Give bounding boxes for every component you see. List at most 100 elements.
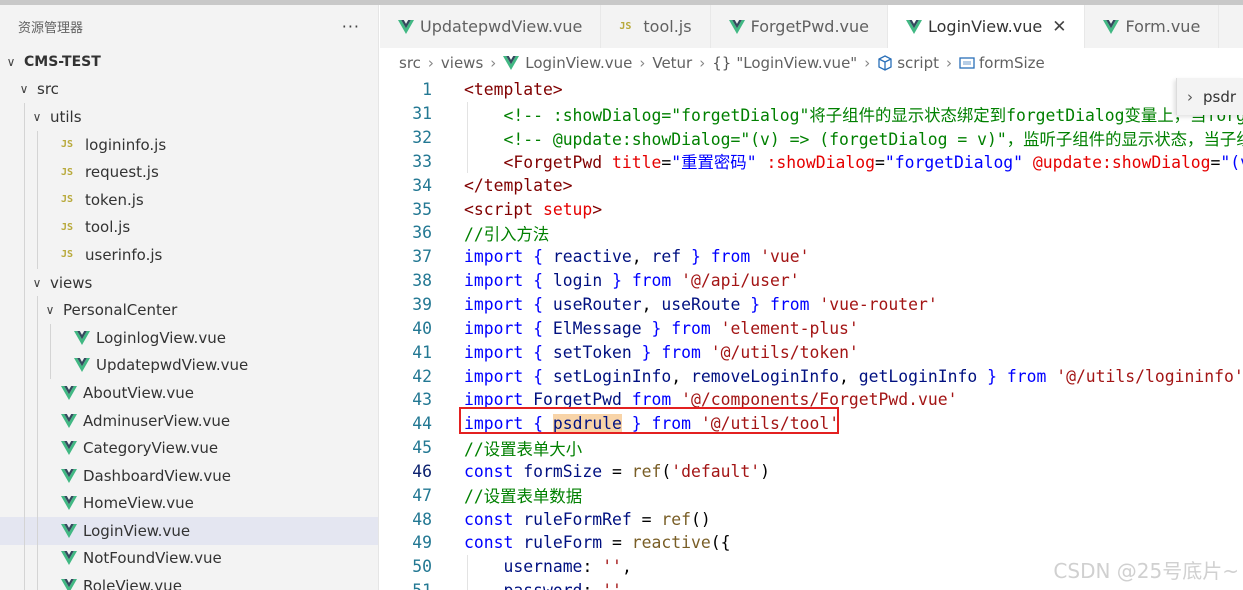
editor-tab[interactable]: Form.vue (1085, 5, 1220, 48)
code-token: = (602, 461, 632, 481)
tree-item-label: PersonalCenter (63, 301, 178, 320)
breadcrumb-item[interactable]: {} "LoginView.vue" (712, 54, 857, 72)
more-actions-icon[interactable]: ··· (342, 17, 360, 36)
code-token: 'element-plus' (720, 318, 859, 338)
code-token: @update:showDialog (1032, 153, 1211, 173)
indent-guide (467, 125, 468, 150)
tree-file[interactable]: LoginlogView.vue (0, 323, 378, 352)
code-token: setup (542, 199, 593, 219)
code-line: 40 import { ElMessage } from 'element-plu… (380, 316, 1243, 340)
breadcrumb-item[interactable]: views (441, 54, 483, 72)
tree-file[interactable]: HomeView.vue (0, 489, 378, 518)
code-token: = (1210, 153, 1221, 173)
code-view[interactable]: 1 <template> 31 <!-- :showDialog="forgetDi… (380, 78, 1243, 590)
tree-file[interactable]: CategoryView.vue (0, 434, 378, 462)
line-number: 35 (412, 199, 432, 219)
code-line: 36 //引入方法 (380, 221, 1243, 245)
code-token: : (582, 557, 603, 577)
code-line: 34 </template> (380, 173, 1243, 197)
tab-label: ForgetPwd.vue (750, 17, 869, 36)
breadcrumb-label: Vetur (652, 54, 693, 72)
code-text: //设置表单数据 (432, 483, 582, 507)
code-token: <!-- @update:showDialog="(v) => (forgetD… (503, 129, 1243, 149)
braces-icon: {} (712, 54, 732, 72)
code-token: from (769, 295, 810, 315)
indent-guide (24, 323, 25, 352)
code-line: 42 import { setLoginInfo, removeLoginInfo… (380, 364, 1243, 388)
breadcrumb-item[interactable]: src (399, 54, 421, 72)
code-text: <!-- :showDialog="forgetDialog"将子组件的显示状态… (432, 102, 1243, 126)
tree-root[interactable]: ∨ CMS-TEST (0, 48, 378, 76)
line-number: 49 (412, 533, 432, 553)
code-text: const ruleForm = reactive({ (432, 533, 730, 552)
line-number: 46 (412, 461, 432, 481)
tree-file[interactable]: DashboardView.vue (0, 461, 378, 490)
code-line: 51 password: '' (380, 578, 1243, 590)
tree-file[interactable]: UpdatepwdView.vue (0, 351, 378, 380)
code-token: '@/api/user' (681, 271, 800, 291)
tree-file[interactable]: NotFoundView.vue (0, 544, 378, 573)
code-line: 1 <template> (380, 78, 1243, 102)
js-file-icon: JS (61, 194, 74, 206)
close-icon[interactable]: ✕ (1052, 17, 1066, 37)
tree-item-label: CategoryView.vue (83, 439, 219, 458)
code-token: title (612, 153, 662, 173)
code-token: "(v) => (forgetDialog = v)" (1220, 153, 1243, 173)
tree-file[interactable]: RoleView.vue (0, 572, 378, 590)
tree-file[interactable]: LoginView.vue (0, 517, 378, 545)
sticky-scroll-suggestion[interactable]: › psdr (1176, 78, 1243, 115)
tree-file[interactable]: AboutView.vue (0, 379, 378, 407)
code-token: ElMessage (552, 318, 642, 338)
code-token: password (503, 581, 582, 590)
code-token: from (651, 414, 692, 434)
code-token: ruleFormRef (523, 509, 632, 529)
code-line: 39 import { useRouter, useRoute } from 'v… (380, 293, 1243, 317)
code-text: //引入方法 (432, 221, 549, 245)
tree-folder[interactable]: ∨ utils (0, 103, 378, 131)
breadcrumb-item[interactable]: script (877, 54, 939, 72)
editor-tab[interactable]: LoginView.vue ✕ (887, 5, 1086, 48)
tree-file[interactable]: JS userinfo.js (0, 241, 378, 269)
breadcrumb-item[interactable]: formSize (959, 54, 1045, 72)
code-line: 47 //设置表单数据 (380, 483, 1243, 507)
code-token: formSize (523, 461, 603, 481)
tree-file[interactable]: JS token.js (0, 185, 378, 214)
indent-guide (24, 572, 25, 590)
tree-file[interactable]: JS request.js (0, 158, 378, 186)
editor-tab[interactable]: ForgetPwd.vue (711, 5, 888, 48)
indent-guide (24, 351, 25, 380)
breadcrumb-item[interactable]: LoginView.vue (503, 54, 632, 72)
tree-file[interactable]: JS logininfo.js (0, 130, 378, 159)
tree-folder[interactable]: ∨ PersonalCenter (0, 296, 378, 324)
code-token: //设置表单大小 (464, 439, 583, 459)
code-token: : (582, 581, 602, 590)
tree-folder[interactable]: ∨ src (0, 76, 378, 104)
tree-item-label: AboutView.vue (83, 383, 194, 402)
tree-folder[interactable]: ∨ views (0, 268, 378, 297)
line-number: 43 (412, 390, 432, 410)
tree-item-label: logininfo.js (85, 135, 167, 154)
tree-file[interactable]: AdminuserView.vue (0, 406, 378, 435)
editor-tab[interactable]: JS tool.js (601, 5, 711, 48)
breadcrumb-item[interactable]: Vetur (652, 54, 692, 72)
editor-tab[interactable]: UpdatepwdView.vue (380, 5, 602, 48)
code-text: import { setToken } from '@/utils/token' (432, 343, 859, 362)
tab-label: Form.vue (1125, 17, 1201, 36)
code-line: 46 const formSize = ref('default') (380, 460, 1243, 484)
tree-file[interactable]: JS tool.js (0, 213, 378, 242)
vue-file-icon (74, 358, 90, 373)
vue-file-icon (1103, 19, 1120, 34)
chevron-down-icon: ∨ (32, 275, 42, 290)
